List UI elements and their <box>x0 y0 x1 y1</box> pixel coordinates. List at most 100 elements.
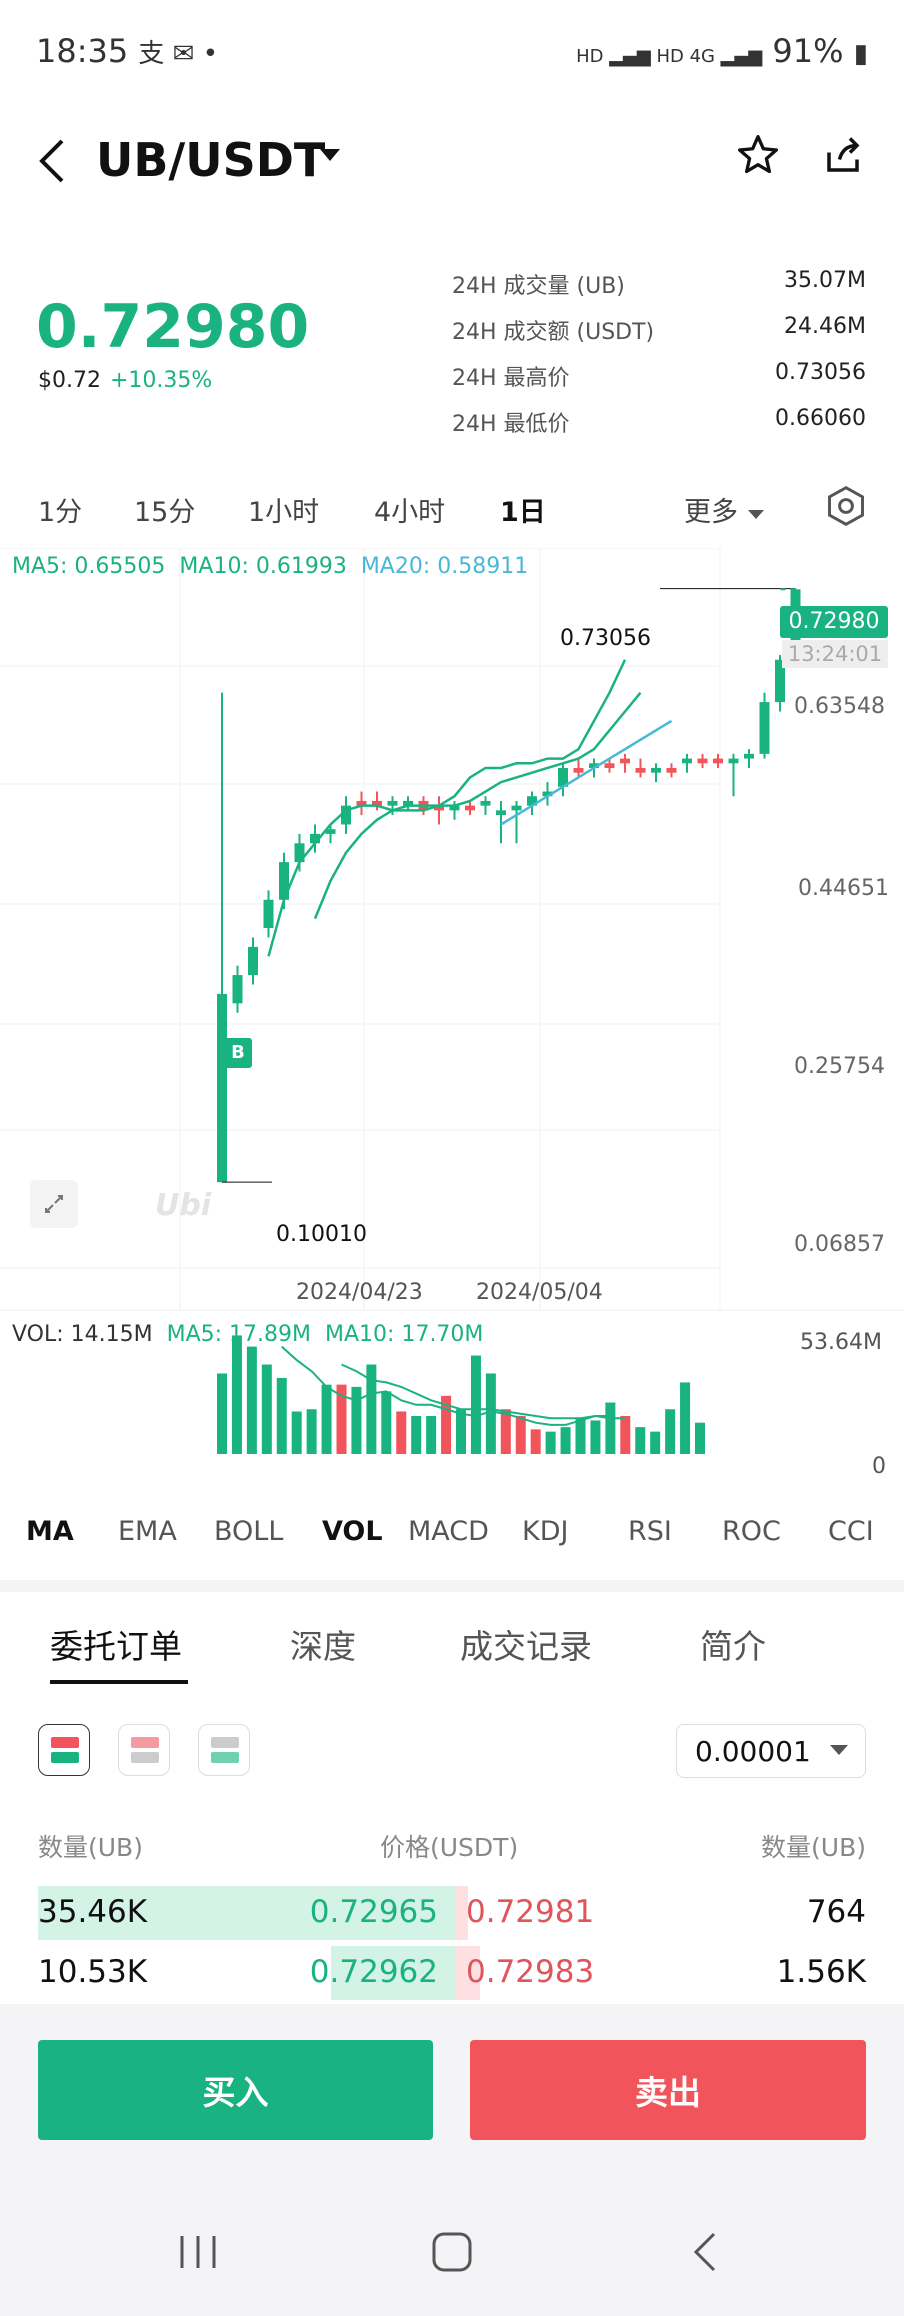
indicator-roc[interactable]: ROC <box>722 1516 781 1547</box>
volume-bar <box>545 1431 556 1454</box>
indicator-cci[interactable]: CCI <box>828 1516 874 1547</box>
candle <box>682 758 692 764</box>
volume-bar <box>680 1382 691 1454</box>
volume-bar <box>635 1427 646 1454</box>
volume-bar <box>470 1355 481 1454</box>
status-time: 18:35 支 ✉ • <box>36 32 219 70</box>
system-navbar <box>0 2172 904 2316</box>
bid-price: 0.72962 <box>309 1954 438 1990</box>
tab-depth[interactable]: 深度 <box>290 1620 356 1668</box>
home-icon[interactable] <box>430 2230 474 2278</box>
active-tab-underline <box>50 1680 188 1684</box>
ma5-line <box>267 659 627 957</box>
volume-bar <box>276 1377 287 1454</box>
sell-button[interactable]: 卖出 <box>470 2040 866 2140</box>
price-axis-label: 0.06857 <box>794 1232 885 1257</box>
pair-title[interactable]: UB/USDT <box>96 133 325 187</box>
ob-head-right: 数量(UB) <box>761 1833 866 1862</box>
volume-bar <box>650 1431 661 1454</box>
more-dropdown[interactable]: 更多 <box>684 490 765 529</box>
chart-settings-icon[interactable] <box>824 484 868 535</box>
usd-price: $0.72 <box>38 368 101 393</box>
date-label: 2024/05/04 <box>476 1280 603 1305</box>
volume-bar <box>560 1427 571 1454</box>
volume-bar <box>381 1391 392 1454</box>
price-axis-label: 0.44651 <box>798 876 889 901</box>
tab-4h[interactable]: 4小时 <box>374 490 445 529</box>
volume-bar <box>515 1415 526 1454</box>
last-price: 0.72980 <box>36 292 310 362</box>
bid-price: 0.72965 <box>309 1894 438 1930</box>
tab-trades[interactable]: 成交记录 <box>460 1620 592 1668</box>
tab-1h[interactable]: 1小时 <box>248 490 319 529</box>
candle <box>387 800 398 806</box>
candle <box>697 758 708 764</box>
candle <box>511 805 522 811</box>
volume-bar <box>261 1364 272 1454</box>
caret-down-icon[interactable] <box>318 145 342 170</box>
book-mode-asks-button[interactable] <box>118 1724 170 1776</box>
precision-select[interactable]: 0.00001 <box>676 1724 866 1778</box>
indicator-boll[interactable]: BOLL <box>214 1516 283 1547</box>
price-chart[interactable]: MA5: 0.65505 MA10: 0.61993 MA20: 0.58911… <box>0 548 904 1479</box>
tab-1d[interactable]: 1日 <box>500 490 546 529</box>
indicator-ema[interactable]: EMA <box>118 1516 177 1547</box>
status-right: HD ▂▄▆ HD 4G ▂▄▆ 91% ▮ <box>576 32 868 70</box>
ask-qty: 1.56K <box>776 1954 866 1990</box>
candles <box>217 588 801 1183</box>
stat-value: 0.73056 <box>775 360 866 385</box>
indicator-macd[interactable]: MACD <box>408 1516 489 1547</box>
stat-label: 24H 最高价 <box>452 366 570 391</box>
candle <box>232 975 243 1004</box>
indicator-rsi[interactable]: RSI <box>628 1516 672 1547</box>
candle <box>744 753 754 759</box>
orderbook-row[interactable]: 35.46K 0.72965 0.72981 764 <box>0 1886 904 1940</box>
tab-15m[interactable]: 15分 <box>134 490 195 529</box>
book-mode-both-button[interactable] <box>38 1724 90 1776</box>
star-icon[interactable] <box>736 133 780 188</box>
price-change: +10.35% <box>110 368 213 393</box>
chevron-down-icon <box>830 1745 848 1755</box>
ob-head-left: 数量(UB) <box>38 1833 143 1862</box>
buy-button[interactable]: 买入 <box>38 2040 433 2140</box>
tab-1m[interactable]: 1分 <box>38 490 82 529</box>
volume-bar <box>426 1415 437 1454</box>
recents-icon[interactable] <box>176 2232 220 2276</box>
ob-head-mid: 价格(USDT) <box>380 1833 519 1862</box>
candle <box>728 758 739 764</box>
volume-bar <box>396 1411 407 1454</box>
indicator-ma[interactable]: MA <box>26 1516 74 1547</box>
bid-qty: 35.46K <box>38 1894 148 1930</box>
tab-intro[interactable]: 简介 <box>700 1620 766 1668</box>
kline-svg[interactable] <box>0 548 904 1500</box>
candle <box>666 767 677 773</box>
vol-axis-min: 0 <box>872 1454 886 1479</box>
expand-icon[interactable] <box>30 1180 78 1228</box>
indicator-vol[interactable]: VOL <box>322 1516 383 1547</box>
volume-bar <box>575 1418 586 1454</box>
nav-back-icon[interactable] <box>690 2230 720 2278</box>
stat-label: 24H 成交额 (USDT) <box>452 320 655 345</box>
tab-orders[interactable]: 委托订单 <box>50 1620 182 1668</box>
ma10-legend: MA10: 0.61993 <box>179 554 347 579</box>
stat-label: 24H 成交量 (UB) <box>452 274 625 299</box>
header: UB/USDT <box>0 105 904 215</box>
book-mode-bids-button[interactable] <box>198 1724 250 1776</box>
volume-bar <box>246 1346 257 1454</box>
candle <box>480 800 491 806</box>
stat-value: 24.46M <box>784 314 866 339</box>
volume-bar <box>217 1373 227 1454</box>
vol-axis-max: 53.64M <box>800 1330 882 1355</box>
back-icon[interactable] <box>34 135 68 196</box>
indicator-kdj[interactable]: KDJ <box>522 1516 568 1547</box>
candle <box>713 758 723 764</box>
orderbook-row[interactable]: 10.53K 0.72962 0.72983 1.56K <box>0 1946 904 2000</box>
status-bar: 18:35 支 ✉ • HD ▂▄▆ HD 4G ▂▄▆ 91% ▮ <box>0 0 904 105</box>
share-icon[interactable] <box>822 135 864 187</box>
candle <box>759 702 770 754</box>
volume-bar <box>530 1429 541 1454</box>
volume-bar <box>620 1415 631 1454</box>
volume-bar <box>695 1422 705 1454</box>
ma5-legend: MA5: 0.65505 <box>12 554 166 579</box>
candle <box>248 946 258 976</box>
